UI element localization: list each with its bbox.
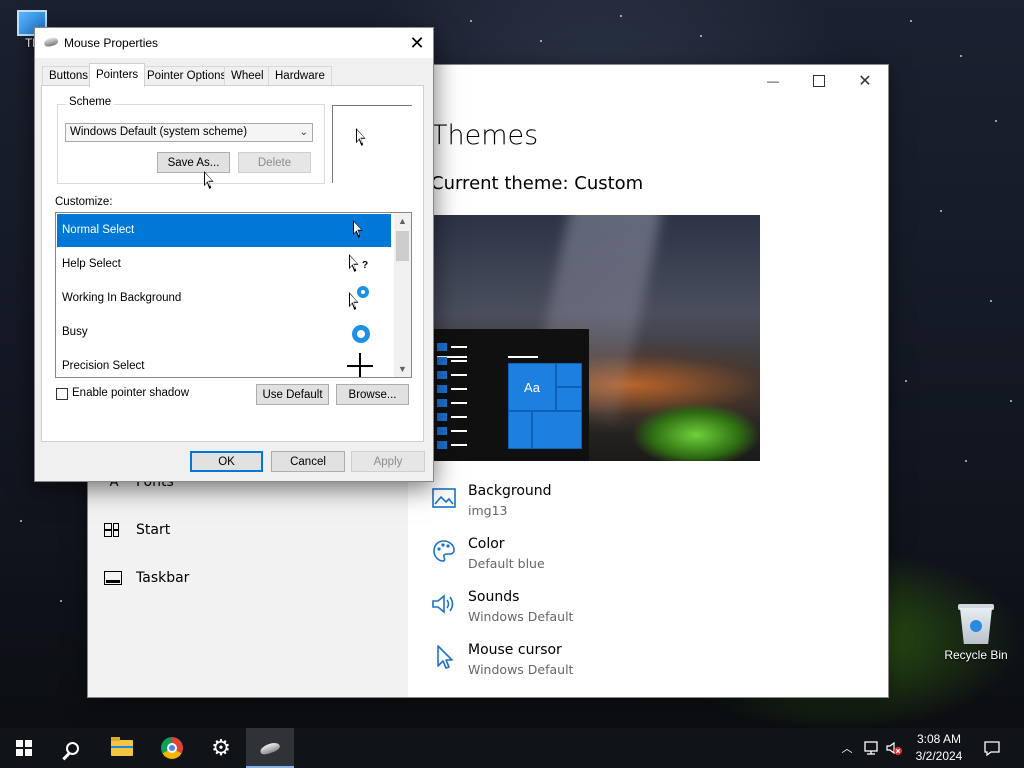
settings-button[interactable]: ⚙ bbox=[197, 728, 245, 768]
mouse-properties-taskbar-button[interactable] bbox=[246, 728, 294, 768]
chevron-down-icon: ⌄ bbox=[299, 127, 308, 138]
enable-pointer-shadow-label: Enable pointer shadow bbox=[72, 387, 189, 399]
recycle-bin-label: Recycle Bin bbox=[944, 648, 1008, 662]
volume-button[interactable] bbox=[884, 728, 904, 768]
arrow-cursor-icon bbox=[356, 128, 366, 146]
search-button[interactable] bbox=[48, 728, 96, 768]
clock-time: 3:08 AM bbox=[916, 732, 962, 746]
busy-cursor-icon bbox=[349, 320, 370, 344]
mouse-icon bbox=[43, 36, 59, 48]
working-cursor-icon bbox=[349, 286, 369, 310]
picture-icon bbox=[431, 485, 457, 511]
theme-preview-image: Aa bbox=[431, 215, 760, 461]
cursor-preview bbox=[332, 105, 412, 183]
mouse-properties-dialog: Mouse Properties ✕ Buttons Pointers Poin… bbox=[34, 27, 434, 482]
clock-date: 3/2/2024 bbox=[915, 749, 963, 763]
taskbar: ⚙ ︿ 3:08 AM 3/2/2024 bbox=[0, 728, 1024, 768]
network-button[interactable] bbox=[860, 728, 884, 768]
sidebar-item-label: Taskbar bbox=[136, 570, 190, 586]
ok-button[interactable]: OK bbox=[190, 451, 263, 472]
customize-label: Customize: bbox=[55, 196, 113, 208]
crosshair-cursor-icon bbox=[347, 353, 373, 377]
file-explorer-button[interactable] bbox=[98, 728, 146, 768]
maximize-icon bbox=[813, 75, 825, 87]
tab-wheel[interactable]: Wheel bbox=[224, 66, 271, 85]
scroll-up-icon[interactable]: ▲ bbox=[394, 214, 411, 228]
browse-button[interactable]: Browse... bbox=[336, 384, 409, 405]
save-as-button[interactable]: Save As... bbox=[157, 152, 230, 173]
scheme-dropdown[interactable]: Windows Default (system scheme) ⌄ bbox=[65, 123, 313, 142]
help-cursor-icon: ? bbox=[349, 252, 369, 276]
tab-pointer-options[interactable]: Pointer Options bbox=[140, 66, 234, 85]
taskbar-icon bbox=[104, 571, 122, 585]
delete-button[interactable]: Delete bbox=[238, 152, 311, 173]
enable-pointer-shadow-checkbox[interactable] bbox=[56, 388, 68, 400]
pointers-list[interactable]: Normal Select Help Select ? Working In B… bbox=[55, 212, 412, 378]
action-center-button[interactable] bbox=[980, 728, 1004, 768]
settings-icon: ⚙ bbox=[211, 735, 231, 760]
network-icon bbox=[864, 741, 878, 755]
file-explorer-icon bbox=[111, 737, 133, 756]
sidebar-item-taskbar[interactable]: Taskbar bbox=[104, 566, 189, 590]
cursor-icon bbox=[431, 644, 457, 670]
speaker-icon bbox=[431, 591, 457, 617]
dialog-titlebar[interactable]: Mouse Properties ✕ bbox=[35, 28, 433, 58]
page-title: Themes bbox=[431, 120, 539, 151]
scroll-down-icon[interactable]: ▼ bbox=[394, 362, 411, 376]
mouse-properties-icon bbox=[259, 740, 281, 756]
start-button[interactable] bbox=[0, 728, 48, 768]
maximize-button[interactable] bbox=[796, 65, 842, 97]
volume-muted-icon bbox=[886, 741, 902, 755]
close-button[interactable]: ✕ bbox=[842, 65, 888, 97]
notification-icon bbox=[984, 741, 1000, 756]
use-default-button[interactable]: Use Default bbox=[256, 384, 329, 405]
sidebar-item-start[interactable]: Start bbox=[104, 518, 170, 542]
chevron-up-icon: ︿ bbox=[841, 743, 853, 755]
cancel-button[interactable]: Cancel bbox=[271, 451, 345, 472]
start-icon bbox=[104, 523, 122, 537]
list-item[interactable]: Working In Background bbox=[57, 282, 391, 315]
list-item[interactable]: Busy bbox=[57, 316, 391, 349]
list-scrollbar[interactable]: ▲ ▼ bbox=[394, 213, 411, 377]
tab-buttons[interactable]: Buttons bbox=[42, 66, 95, 85]
dialog-title: Mouse Properties bbox=[64, 36, 159, 50]
tab-hardware[interactable]: Hardware bbox=[268, 66, 332, 85]
search-icon bbox=[65, 741, 79, 755]
sidebar-item-label: Start bbox=[136, 522, 171, 538]
dialog-close-button[interactable]: ✕ bbox=[405, 31, 429, 55]
chrome-icon bbox=[161, 737, 183, 759]
list-item[interactable]: Precision Select bbox=[57, 350, 391, 377]
recycle-bin-icon bbox=[958, 602, 994, 644]
scheme-group: Scheme Windows Default (system scheme) ⌄… bbox=[57, 96, 325, 184]
windows-logo-icon bbox=[16, 740, 32, 756]
chrome-button[interactable] bbox=[148, 728, 196, 768]
current-theme-label: Current theme: Custom bbox=[431, 173, 644, 194]
tab-pointers[interactable]: Pointers bbox=[89, 63, 146, 87]
scheme-legend: Scheme bbox=[66, 96, 115, 108]
list-item[interactable]: Help Select ? bbox=[57, 248, 391, 281]
apply-button[interactable]: Apply bbox=[351, 451, 425, 472]
arrow-cursor-icon bbox=[349, 218, 369, 242]
scroll-thumb[interactable] bbox=[396, 231, 409, 261]
taskbar-clock[interactable]: 3:08 AM 3/2/2024 bbox=[904, 731, 974, 765]
pointers-tab-panel: Scheme Windows Default (system scheme) ⌄… bbox=[41, 85, 424, 442]
recycle-bin-desktop-icon[interactable]: Recycle Bin bbox=[940, 602, 1012, 662]
list-item[interactable]: Normal Select bbox=[57, 214, 391, 247]
show-hidden-icons-button[interactable]: ︿ bbox=[838, 728, 856, 768]
preview-tile-label: Aa bbox=[508, 363, 556, 411]
palette-icon bbox=[431, 538, 457, 564]
minimize-button[interactable]: — bbox=[750, 65, 796, 97]
